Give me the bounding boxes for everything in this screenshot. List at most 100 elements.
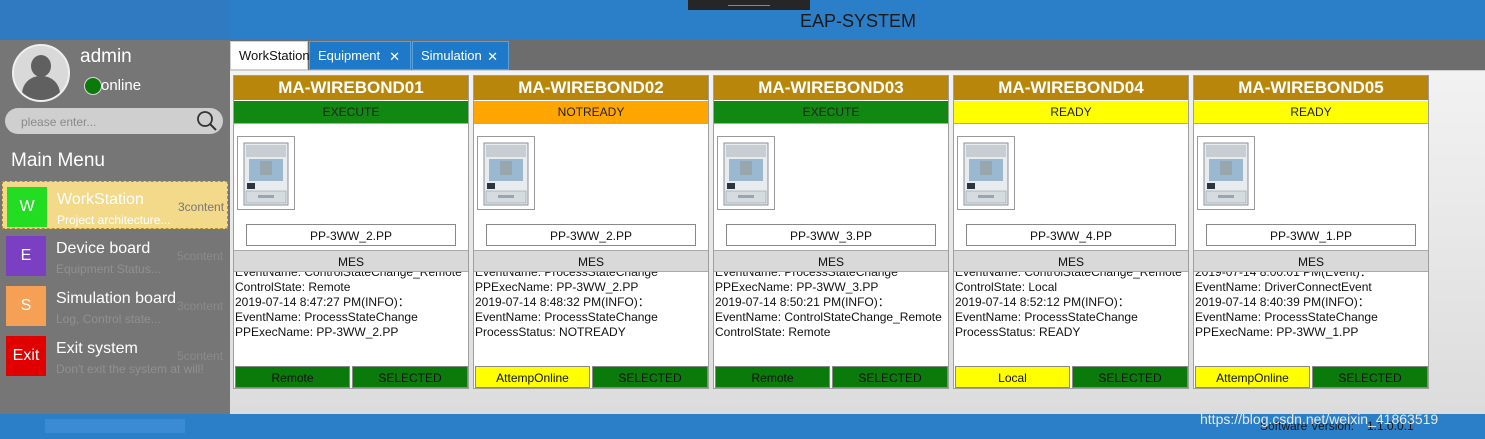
event-log[interactable]: 2019-07-14 8:00:01 PM(Event)： EventName: … <box>1195 272 1427 364</box>
search-input[interactable] <box>19 112 193 132</box>
log-line: ControlState: Local <box>955 280 1058 294</box>
log-line: 2019-07-14 8:52:12 PM(INFO)： <box>955 295 1130 309</box>
avatar-body-icon <box>22 76 60 100</box>
workstation-content: MA-WIREBOND01 EXECUTE PP-3WW_2.PP MES EventN… <box>230 70 1485 415</box>
menu-item-description: Log, Control state... <box>56 312 161 326</box>
log-line: 2019-07-14 8:00:01 PM(Event)： <box>1195 272 1372 279</box>
menu-item-label: WorkStation <box>57 191 144 208</box>
menu-item-label: Device board <box>56 240 151 257</box>
menu-item-count: 5content <box>177 349 224 363</box>
menu-item-count: 3content <box>178 200 225 214</box>
equipment-image <box>1197 136 1255 210</box>
mes-button[interactable]: MES <box>1194 250 1428 272</box>
control-mode-button[interactable]: Remote <box>235 366 350 388</box>
log-line: ProcessStatus: NOTREADY <box>475 325 626 339</box>
equipment-name: MA-WIREBOND01 <box>234 76 468 100</box>
log-line: EventName: ProcessStateChange <box>955 310 1138 324</box>
tab-bar: WorkStation Equipment ✕ Simulation ✕ <box>230 40 1485 70</box>
tab-label: Simulation <box>421 48 482 63</box>
control-mode-button[interactable]: Remote <box>715 366 830 388</box>
log-line: PPExecName: PP-3WW_3.PP <box>715 280 879 294</box>
selected-button[interactable]: SELECTED <box>1312 366 1428 388</box>
menu-item-workstation[interactable]: W WorkStation Project architecture... 3cont… <box>2 181 228 229</box>
close-icon[interactable]: ✕ <box>487 49 498 65</box>
menu-item-description: Equipment Status... <box>56 262 161 276</box>
menu-item-device-board[interactable]: E Device board Equipment Status... 5content <box>2 231 228 279</box>
equipment-state-badge: EXECUTE <box>714 101 948 124</box>
event-log[interactable]: EventName: ProcessStateChange PPExecName:… <box>475 272 707 364</box>
mes-button[interactable]: MES <box>954 250 1188 272</box>
equipment-name: MA-WIREBOND02 <box>474 76 708 100</box>
tab-label: WorkStation <box>239 48 310 63</box>
mes-button[interactable]: MES <box>234 250 468 272</box>
equipment-panel-ma-wirebond01: MA-WIREBOND01 EXECUTE PP-3WW_2.PP MES EventN… <box>233 75 469 389</box>
selected-button[interactable]: SELECTED <box>592 366 708 388</box>
log-line: EventName: ProcessStateChange <box>1195 310 1378 324</box>
wirebonder-machine-icon <box>483 142 529 206</box>
menu-item-badge: Exit <box>6 336 46 376</box>
search-box <box>5 108 223 134</box>
selected-button[interactable]: SELECTED <box>352 366 468 388</box>
log-line: EventName: ProcessStateChange <box>475 310 658 324</box>
menu-item-label: Simulation board <box>56 290 177 307</box>
mes-button[interactable]: MES <box>714 250 948 272</box>
log-line: ProcessStatus: READY <box>955 325 1081 339</box>
control-mode-button[interactable]: AttempOnline <box>1195 366 1310 388</box>
log-line: ControlState: Remote <box>235 280 351 294</box>
close-icon[interactable]: ✕ <box>389 49 400 65</box>
recipe-field[interactable]: PP-3WW_3.PP <box>726 224 936 246</box>
menu-item-exit-system[interactable]: Exit Exit system Don't exit the system at … <box>2 331 228 379</box>
window-drag-handle[interactable] <box>688 0 810 10</box>
log-line: PPExecName: PP-3WW_2.PP <box>475 280 639 294</box>
log-line: ControlState: Remote <box>715 325 831 339</box>
menu-item-badge: W <box>7 187 47 227</box>
mes-button[interactable]: MES <box>474 250 708 272</box>
log-line: 2019-07-14 8:47:27 PM(INFO)： <box>235 295 410 309</box>
menu-item-badge: E <box>6 236 46 276</box>
equipment-panel-ma-wirebond04: MA-WIREBOND04 READY PP-3WW_4.PP MES EventNam… <box>953 75 1189 389</box>
control-mode-button[interactable]: Local <box>955 366 1070 388</box>
wirebonder-machine-icon <box>243 142 289 206</box>
recipe-field[interactable]: PP-3WW_1.PP <box>1206 224 1416 246</box>
menu-item-badge: S <box>6 286 46 326</box>
tab-equipment[interactable]: Equipment ✕ <box>309 41 411 70</box>
equipment-name: MA-WIREBOND05 <box>1194 76 1428 100</box>
event-log[interactable]: EventName: ControlStateChange_Remote Cont… <box>235 272 467 364</box>
equipment-name: MA-WIREBOND03 <box>714 76 948 100</box>
online-status-text: online <box>101 77 142 94</box>
tab-workstation[interactable]: WorkStation <box>230 41 310 70</box>
log-line: 2019-07-14 8:48:32 PM(INFO)： <box>475 295 650 309</box>
log-line: 2019-07-14 8:40:39 PM(INFO)： <box>1195 295 1370 309</box>
menu-item-description: Project architecture... <box>57 213 171 227</box>
window-title: EAP-SYSTEM <box>800 11 917 31</box>
search-icon[interactable] <box>196 110 218 132</box>
recipe-field[interactable]: PP-3WW_4.PP <box>966 224 1176 246</box>
online-status-icon <box>84 77 102 95</box>
selected-button[interactable]: SELECTED <box>832 366 948 388</box>
event-log[interactable]: EventName: ProcessStateChange PPExecName:… <box>715 272 947 364</box>
wirebonder-machine-icon <box>1203 142 1249 206</box>
equipment-state-badge: READY <box>1194 101 1428 124</box>
equipment-name: MA-WIREBOND04 <box>954 76 1188 100</box>
watermark: https://blog.csdn.net/weixin_41863519 <box>1200 411 1439 427</box>
avatar[interactable] <box>12 44 70 102</box>
tab-simulation[interactable]: Simulation ✕ <box>412 41 509 70</box>
equipment-image <box>957 136 1015 210</box>
recipe-field[interactable]: PP-3WW_2.PP <box>246 224 456 246</box>
menu-item-simulation-board[interactable]: S Simulation board Log, Control state... 3c… <box>2 281 228 329</box>
recipe-field[interactable]: PP-3WW_2.PP <box>486 224 696 246</box>
log-line: EventName: ProcessStateChange <box>715 272 898 279</box>
control-mode-button[interactable]: AttempOnline <box>475 366 590 388</box>
log-line: EventName: DriverConnectEvent <box>1195 280 1372 294</box>
tab-label: Equipment <box>318 48 381 63</box>
status-bar-blurred-text <box>45 419 185 433</box>
log-line: EventName: ProcessStateChange <box>475 272 658 279</box>
main-menu-title: Main Menu <box>11 150 105 171</box>
equipment-image <box>477 136 535 210</box>
log-line: 2019-07-14 8:50:21 PM(INFO)： <box>715 295 890 309</box>
menu-item-description: Don't exit the system at will! <box>56 362 204 376</box>
equipment-state-badge: NOTREADY <box>474 101 708 124</box>
event-log[interactable]: EventName: ControlStateChange_Remote Cont… <box>955 272 1187 364</box>
equipment-panel-ma-wirebond05: MA-WIREBOND05 READY PP-3WW_1.PP MES 2019-07-… <box>1193 75 1429 389</box>
selected-button[interactable]: SELECTED <box>1072 366 1188 388</box>
